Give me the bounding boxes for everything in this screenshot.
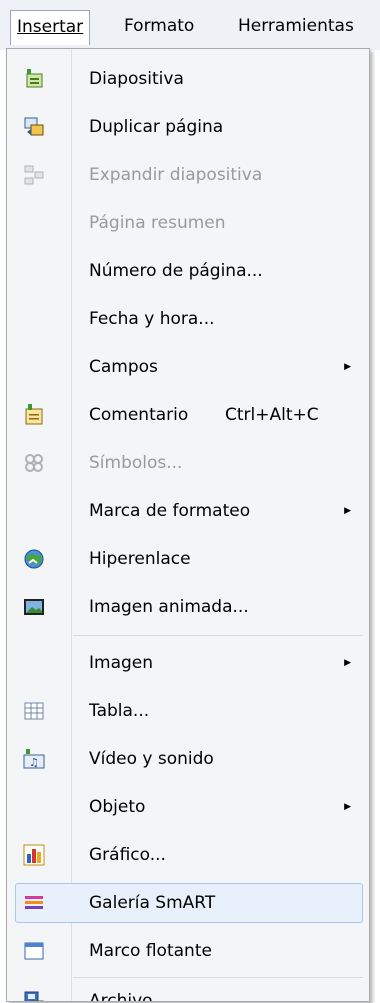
menu-item-label: Página resumen [89, 213, 226, 233]
table-icon [23, 700, 45, 722]
menu-item-label: Gráfico... [89, 845, 166, 865]
menu-item-duplicar-pagina[interactable]: Duplicar página [7, 105, 369, 149]
shortcut-label: Ctrl+Alt+C [225, 405, 319, 425]
menu-herramientas[interactable]: Herramientas [232, 10, 360, 42]
menu-insertar-label: Insertar [17, 17, 84, 37]
chart-icon [23, 844, 45, 866]
menu-item-label: Hiperenlace [89, 549, 191, 569]
new-slide-icon [23, 68, 45, 90]
menu-item-label: Imagen animada... [89, 597, 249, 617]
menu-item-pagina-resumen[interactable]: Página resumen [7, 201, 369, 245]
menu-separator [73, 635, 363, 636]
comment-icon [23, 404, 45, 426]
menu-insertar[interactable]: Insertar [10, 10, 91, 45]
svg-text:♫: ♫ [29, 756, 39, 769]
menu-item-grafico[interactable]: Gráfico... [7, 833, 369, 877]
submenu-arrow-icon: ▶ [344, 506, 351, 516]
menu-item-label: Diapositiva [89, 69, 184, 89]
menu-item-tabla[interactable]: Tabla... [7, 689, 369, 733]
menu-item-simbolos[interactable]: Símbolos... [7, 441, 369, 485]
submenu-arrow-icon: ▶ [344, 658, 351, 668]
menu-item-label: Tabla... [89, 701, 150, 721]
menu-formato-label: Formato [124, 16, 195, 36]
menu-item-campos[interactable]: Campos ▶ [7, 345, 369, 389]
menu-item-label: Marco flotante [89, 941, 212, 961]
menu-item-comentario[interactable]: Comentario Ctrl+Alt+C [7, 393, 369, 437]
menu-item-label: Imagen [89, 653, 154, 673]
file-icon [23, 990, 45, 1001]
menu-item-expandir-diapositiva[interactable]: Expandir diapositiva [7, 153, 369, 197]
hyperlink-icon [23, 548, 45, 570]
duplicate-page-icon [23, 116, 45, 138]
expand-slide-icon [23, 164, 45, 186]
menu-item-label: Galería SmART [89, 893, 216, 913]
menu-item-diapositiva[interactable]: Diapositiva [7, 57, 369, 101]
menu-item-galeria-smart[interactable]: Galería SmART [7, 881, 369, 925]
menu-item-imagen[interactable]: Imagen ▶ [7, 641, 369, 685]
smart-gallery-icon [23, 892, 45, 914]
menu-item-numero-de-pagina[interactable]: Número de página... [7, 249, 369, 293]
video-sound-icon: ♫ [23, 748, 45, 770]
menu-item-label: Archivo... [89, 991, 169, 1002]
menu-item-label: Objeto [89, 797, 146, 817]
menu-herramientas-label: Herramientas [238, 16, 354, 36]
menu-item-label: Marca de formateo [89, 501, 251, 521]
menu-item-label: Campos [89, 357, 158, 377]
menu-item-archivo[interactable]: Archivo... [7, 979, 369, 1002]
menu-item-label: Fecha y hora... [89, 309, 215, 329]
menu-item-label: Símbolos... [89, 453, 183, 473]
menu-item-label: Número de página... [89, 261, 263, 281]
menu-item-hiperenlace[interactable]: Hiperenlace [7, 537, 369, 581]
submenu-arrow-icon: ▶ [344, 362, 351, 372]
symbols-icon [23, 452, 45, 474]
menu-item-label: Vídeo y sonido [89, 749, 214, 769]
floating-frame-icon [23, 940, 45, 962]
menu-item-label: Comentario [89, 405, 189, 425]
menu-item-objeto[interactable]: Objeto ▶ [7, 785, 369, 829]
insert-dropdown-menu: Diapositiva Duplicar página Expandir dia… [6, 48, 370, 1002]
menu-bar: Insertar Formato Herramientas [0, 0, 380, 50]
menu-item-label: Expandir diapositiva [89, 165, 263, 185]
menu-item-video-y-sonido[interactable]: ♫ Vídeo y sonido [7, 737, 369, 781]
menu-formato[interactable]: Formato [118, 10, 200, 42]
menu-item-marco-flotante[interactable]: Marco flotante [7, 929, 369, 973]
menu-item-label: Duplicar página [89, 117, 224, 137]
menu-separator [73, 977, 363, 978]
menu-item-fecha-y-hora[interactable]: Fecha y hora... [7, 297, 369, 341]
menu-item-imagen-animada[interactable]: Imagen animada... [7, 585, 369, 629]
menu-item-marca-de-formateo[interactable]: Marca de formateo ▶ [7, 489, 369, 533]
submenu-arrow-icon: ▶ [344, 802, 351, 812]
animated-image-icon [23, 596, 45, 618]
